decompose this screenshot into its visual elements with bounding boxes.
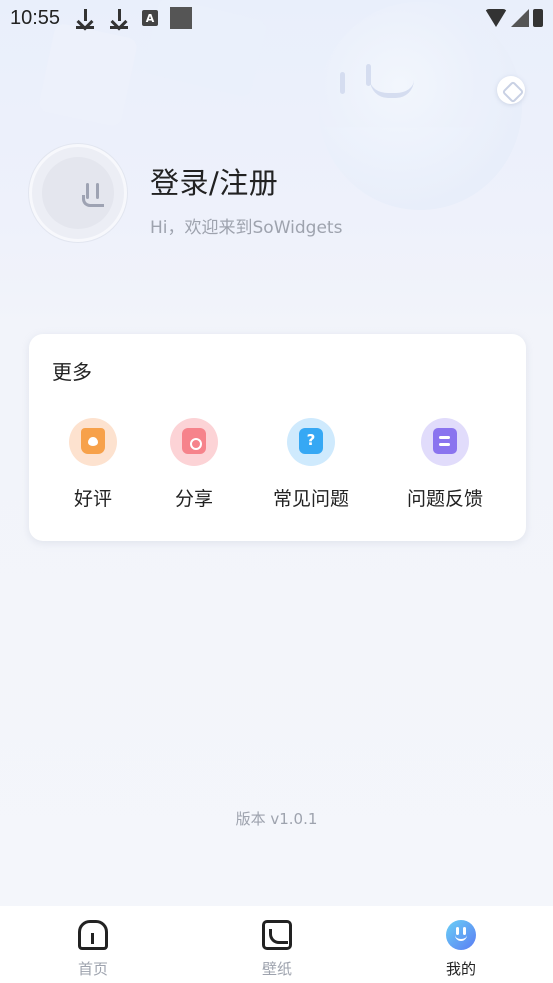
smiley-profile-icon <box>446 920 476 950</box>
square-notification-icon <box>170 7 193 29</box>
nav-tab-label: 我的 <box>445 960 476 978</box>
status-notifications: A <box>74 7 193 29</box>
thumbs-up-icon <box>69 418 117 466</box>
bottom-nav: 首页 壁纸 我的 <box>0 906 553 983</box>
more-card: 更多 好评 分享 ? 常见问题 问题反馈 <box>29 334 526 541</box>
status-time: 10:55 <box>10 6 61 29</box>
a-notification-icon: A <box>142 10 159 26</box>
profile-screen: 10:55 A 登录/注册 Hi，欢迎来到SoWidgets 更多 好评 分享 <box>0 0 553 983</box>
nav-tab-mine[interactable]: 我的 <box>416 920 506 980</box>
nav-tab-label: 首页 <box>77 960 108 978</box>
signal-icon <box>511 9 529 27</box>
nav-tab-wallpaper[interactable]: 壁纸 <box>232 920 322 980</box>
menu-item-share[interactable]: 分享 <box>139 418 249 518</box>
home-icon <box>78 920 108 950</box>
settings-badge-icon[interactable] <box>497 76 525 104</box>
wifi-icon <box>485 9 507 27</box>
download-icon <box>108 7 130 29</box>
avatar[interactable] <box>29 144 127 242</box>
version-text: 版本 v1.0.1 <box>235 810 318 828</box>
nav-tab-label: 壁纸 <box>261 960 292 978</box>
menu-item-label: 分享 <box>174 488 213 510</box>
status-system-icons <box>485 9 543 27</box>
decor-eye <box>340 72 345 94</box>
wallpaper-icon <box>262 920 292 950</box>
decor-card <box>37 22 139 128</box>
avatar-face-icon <box>42 157 114 229</box>
menu-item-label: 好评 <box>73 488 112 510</box>
more-section-title: 更多 <box>52 360 92 384</box>
share-icon <box>170 418 218 466</box>
menu-item-label: 问题反馈 <box>406 488 483 510</box>
nav-tab-home[interactable]: 首页 <box>48 920 138 980</box>
menu-item-label: 常见问题 <box>272 488 349 510</box>
login-register-link[interactable]: 登录/注册 <box>150 160 278 202</box>
welcome-text: Hi，欢迎来到SoWidgets <box>150 218 343 238</box>
menu-item-review[interactable]: 好评 <box>38 418 148 518</box>
menu-item-feedback[interactable]: 问题反馈 <box>390 418 500 518</box>
menu-item-faq[interactable]: ? 常见问题 <box>256 418 366 518</box>
decor-mouth <box>370 80 414 98</box>
battery-icon <box>533 9 543 27</box>
feedback-icon <box>421 418 469 466</box>
question-icon: ? <box>287 418 335 466</box>
download-icon <box>74 7 96 29</box>
status-bar: 10:55 A <box>0 0 553 36</box>
